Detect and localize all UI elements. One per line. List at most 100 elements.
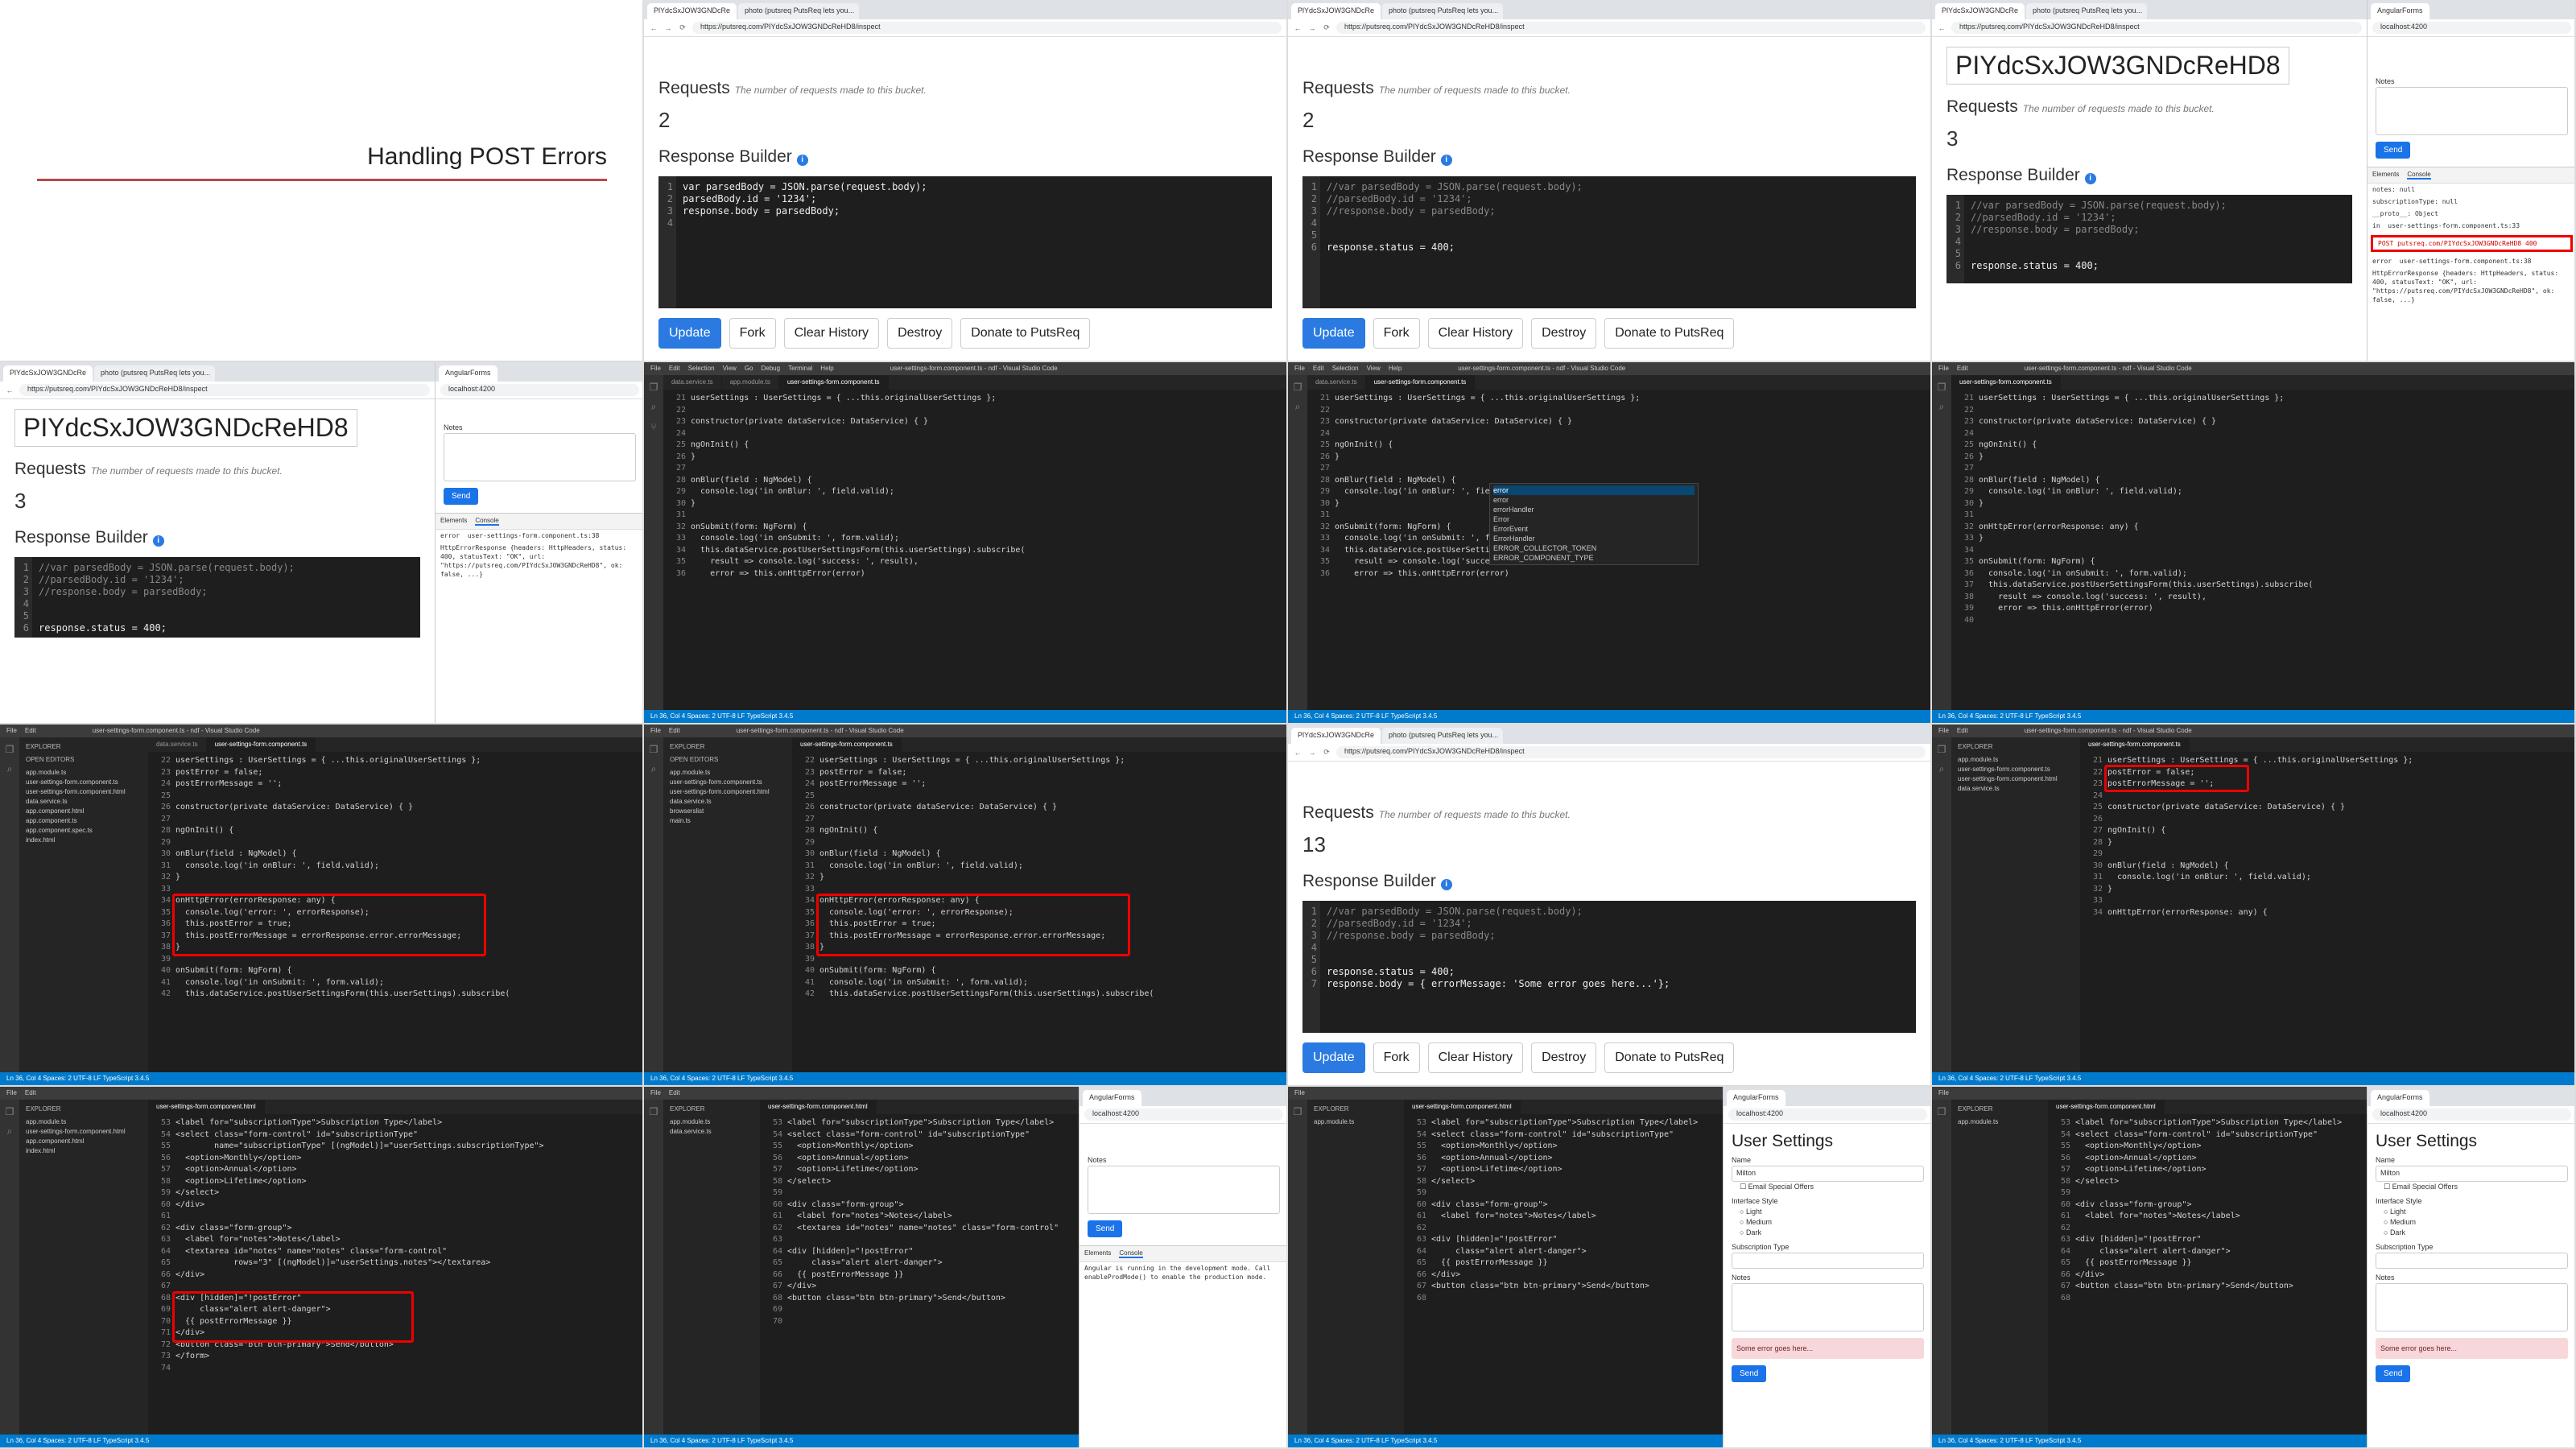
browser-tab[interactable]: photo (putsreq PutsReq lets you... [1382, 3, 1504, 19]
files-icon[interactable]: ❐ [650, 744, 658, 755]
source-text[interactable]: userSettings : UserSettings = { ...this.… [1979, 390, 2313, 710]
notes-textarea[interactable] [1088, 1166, 1280, 1214]
search-icon[interactable]: ⌕ [651, 763, 657, 775]
info-icon[interactable]: i [1440, 879, 1452, 890]
menu-selection[interactable]: Selection [688, 365, 715, 373]
browser-tab[interactable]: PlYdcSxJOW3GNDcRe [1291, 3, 1381, 19]
editor-tab[interactable]: user-settings-form.component.ts [778, 375, 889, 390]
clear-history-button[interactable]: Clear History [1427, 1042, 1524, 1073]
search-icon[interactable]: ⌕ [7, 763, 13, 775]
source-text[interactable]: <label for="subscriptionType">Subscripti… [1431, 1114, 1698, 1435]
name-input[interactable]: Milton [2376, 1166, 2568, 1182]
browser-tab[interactable]: photo (putsreq PutsReq lets you... [2026, 3, 2148, 19]
menu-edit[interactable]: Edit [1313, 365, 1324, 373]
style-radio-dark[interactable]: ○ Dark [1740, 1228, 1924, 1238]
info-icon[interactable]: i [152, 535, 164, 547]
menu-edit[interactable]: Edit [669, 727, 680, 735]
browser-tab[interactable]: AngularForms [1727, 1090, 1785, 1106]
code-editor[interactable]: 53 54 55 56 57 58 59 60 61 62 63 64 65 66 67 68 <label … [1404, 1114, 1723, 1435]
files-icon[interactable]: ❐ [1294, 1106, 1302, 1117]
send-button[interactable]: Send [2376, 1365, 2411, 1382]
editor-tab[interactable]: data.service.ts [663, 375, 722, 390]
menu-edit[interactable]: Edit [25, 1089, 36, 1097]
editor-tab[interactable]: user-settings-form.component.ts [206, 737, 316, 752]
files-icon[interactable]: ❐ [1294, 382, 1302, 393]
style-radio-dark[interactable]: ○ Dark [2384, 1228, 2568, 1238]
clear-history-button[interactable]: Clear History [1427, 318, 1524, 349]
code-editor[interactable]: 53 54 55 56 57 58 59 60 61 62 63 64 65 66 67 68 69 70 <la… [760, 1114, 1079, 1435]
fork-button[interactable]: Fork [1373, 318, 1420, 349]
menu-file[interactable]: File [1938, 365, 1949, 373]
menu-view[interactable]: View [1367, 365, 1381, 373]
menu-help[interactable]: Help [1389, 365, 1402, 373]
send-button[interactable]: Send [1732, 1365, 1767, 1382]
file-item[interactable]: data.service.ts [670, 1127, 753, 1137]
info-icon[interactable]: i [796, 155, 808, 166]
url-bar[interactable]: localhost:4200 [2372, 1108, 2571, 1121]
menu-edit[interactable]: Edit [669, 365, 680, 373]
url-bar[interactable]: https://putsreq.com/PIYdcSxJOW3GNDcReHD8… [19, 384, 430, 396]
code-editor[interactable]: 53 54 55 56 57 58 59 60 61 62 63 64 65 66 67 68 69 70 71 72… [148, 1114, 642, 1435]
reload-icon[interactable]: ⟳ [678, 23, 687, 32]
source-text[interactable]: userSettings : UserSettings = { ...this.… [172, 752, 510, 1072]
url-bar[interactable]: https://putsreq.com/PIYdcSxJOW3GNDcReHD8… [1336, 22, 1926, 34]
editor-tab[interactable]: user-settings-form.component.html [148, 1100, 265, 1114]
file-item[interactable]: data.service.ts [26, 797, 142, 807]
file-item[interactable]: data.service.ts [1958, 784, 2074, 794]
update-button[interactable]: Update [1302, 1042, 1365, 1073]
files-icon[interactable]: ❐ [650, 1106, 658, 1117]
file-item[interactable]: app.module.ts [1958, 1117, 2041, 1127]
style-radio-medium[interactable]: ○ Medium [1740, 1217, 1924, 1228]
source-text[interactable]: userSettings : UserSettings = { ...this.… [816, 752, 1154, 1072]
file-item[interactable]: app.component.html [26, 807, 142, 816]
search-icon[interactable]: ⌕ [651, 401, 657, 413]
file-item[interactable]: app.module.ts [670, 1117, 753, 1127]
update-button[interactable]: Update [658, 318, 721, 349]
suggestion-item[interactable]: errorHandler [1493, 505, 1695, 514]
source-text[interactable]: userSettings : UserSettings = { ...this.… [2104, 752, 2413, 1072]
browser-tab[interactable]: PlYdcSxJOW3GNDcRe [3, 365, 93, 382]
code-editor[interactable]: 21 22 23 24 25 26 27 28 29 30 31 32 33 34 35 36 37 38 39 40… [1951, 390, 2574, 710]
info-icon[interactable]: i [2084, 173, 2096, 184]
donate-button[interactable]: Donate to PutsReq [1604, 318, 1735, 349]
files-icon[interactable]: ❐ [1938, 744, 1946, 755]
forward-icon[interactable]: → [663, 24, 673, 32]
suggestion-item[interactable]: ERROR_COMPONENT_TYPE [1493, 553, 1695, 563]
file-item[interactable]: app.component.html [26, 1137, 142, 1146]
reload-icon[interactable]: ⟳ [1322, 23, 1331, 32]
file-item[interactable]: app.module.ts [26, 768, 142, 778]
back-icon[interactable]: ← [1937, 24, 1946, 32]
editor-tab[interactable]: user-settings-form.component.ts [792, 737, 902, 752]
reload-icon[interactable]: ⟳ [1322, 748, 1331, 757]
browser-tab[interactable]: PlYdcSxJOW3GNDcRe [1291, 728, 1381, 744]
menu-help[interactable]: Help [820, 365, 833, 373]
destroy-button[interactable]: Destroy [887, 318, 953, 349]
back-icon[interactable]: ← [1293, 749, 1302, 757]
destroy-button[interactable]: Destroy [1531, 1042, 1597, 1073]
editor-tab[interactable]: app.module.ts [722, 375, 779, 390]
menu-file[interactable]: File [650, 727, 661, 735]
dt-tab-console[interactable]: Console [475, 517, 499, 526]
menu-edit[interactable]: Edit [1957, 365, 1968, 373]
update-button[interactable]: Update [1302, 318, 1365, 349]
code-body[interactable]: //var parsedBody = JSON.parse(request.bo… [1964, 195, 2233, 283]
file-item[interactable]: user-settings-form.component.html [26, 787, 142, 797]
editor-tab[interactable]: data.service.ts [1307, 375, 1366, 390]
dt-tab-console[interactable]: Console [2407, 171, 2431, 180]
file-item[interactable]: index.html [26, 836, 142, 845]
email-offers-checkbox[interactable]: ☐ Email Special Offers [1740, 1182, 1924, 1192]
sub-type-select[interactable] [2376, 1253, 2568, 1269]
url-bar[interactable]: https://putsreq.com/PIYdcSxJOW3GNDcReHD8… [1336, 746, 1926, 758]
send-button[interactable]: Send [444, 488, 479, 505]
source-text[interactable]: userSettings : UserSettings = { ...this.… [691, 390, 1025, 710]
code-editor[interactable]: 1234 var parsedBody = JSON.parse(request… [658, 176, 1272, 308]
file-item[interactable]: user-settings-form.component.ts [26, 778, 142, 787]
editor-tab[interactable]: user-settings-form.component.ts [1365, 375, 1476, 390]
file-item[interactable]: user-settings-form.component.html [26, 1127, 142, 1137]
code-editor[interactable]: 22 23 24 25 26 27 28 29 30 31 32 33 34 35 36 37 38 39 40 41… [792, 752, 1286, 1072]
file-item[interactable]: user-settings-form.component.ts [1958, 765, 2074, 774]
menu-file[interactable]: File [1294, 1089, 1305, 1097]
url-bar[interactable]: localhost:4200 [1728, 1108, 1927, 1121]
code-editor[interactable]: 1234567 //var parsedBody = JSON.parse(re… [1302, 901, 1916, 1033]
editor-tab[interactable]: user-settings-form.component.ts [1951, 375, 2061, 390]
